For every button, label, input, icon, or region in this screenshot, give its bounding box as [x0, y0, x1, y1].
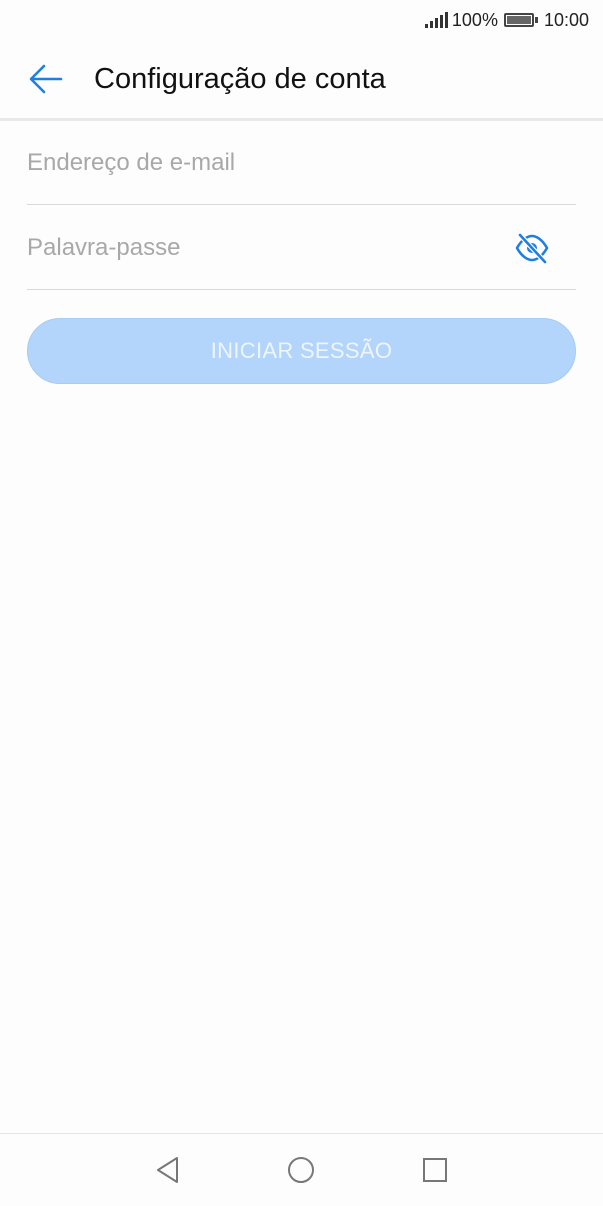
signal-icon — [424, 12, 448, 28]
status-bar: 100% 10:00 — [0, 0, 603, 40]
triangle-back-icon — [157, 1157, 178, 1183]
app-bar: Configuração de conta — [0, 40, 603, 121]
nav-back-button[interactable] — [148, 1150, 188, 1190]
email-field[interactable] — [27, 148, 576, 177]
square-recent-icon — [423, 1158, 447, 1182]
nav-recent-button[interactable] — [415, 1150, 455, 1190]
eye-off-icon — [515, 233, 549, 264]
password-field[interactable] — [27, 233, 576, 262]
nav-home-button[interactable] — [281, 1150, 321, 1190]
login-button[interactable]: INICIAR SESSÃO — [27, 318, 576, 384]
battery-percent: 100% — [451, 9, 498, 30]
navigation-bar — [0, 1133, 603, 1206]
page-title: Configuração de conta — [94, 62, 386, 95]
back-button[interactable] — [14, 47, 78, 111]
password-visibility-toggle[interactable] — [512, 228, 552, 268]
circle-home-icon — [288, 1157, 314, 1183]
battery-icon — [503, 13, 538, 27]
clock: 10:00 — [543, 9, 589, 30]
arrow-left-icon — [29, 64, 63, 94]
password-field-container — [27, 206, 576, 290]
email-field-container — [27, 121, 576, 205]
